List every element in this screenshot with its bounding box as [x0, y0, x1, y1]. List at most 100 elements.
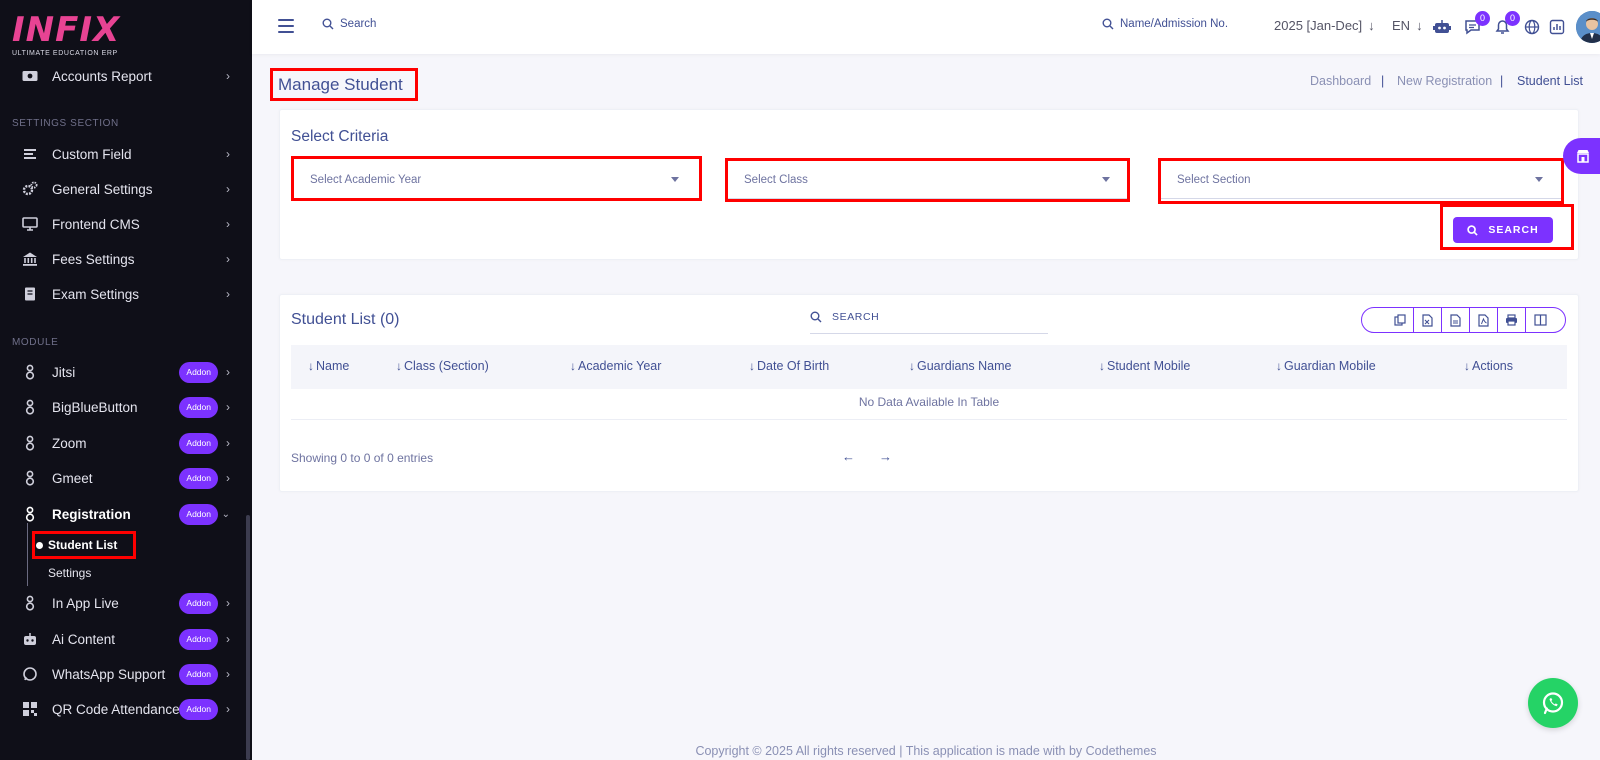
sort-arrow-icon: ↓: [570, 359, 576, 373]
breadcrumb-new-registration[interactable]: New Registration: [1397, 74, 1492, 88]
column-label: Guardians Name: [917, 359, 1012, 373]
sort-arrow-icon: ↓: [749, 359, 755, 373]
chevron-right-icon: ›: [226, 471, 230, 485]
chevron-right-icon: ›: [226, 702, 230, 716]
breadcrumb-student-list: Student List: [1517, 74, 1584, 88]
search-icon: [322, 18, 334, 30]
breadcrumb-separator: |: [1500, 74, 1504, 88]
language-selector[interactable]: EN ↓: [1392, 18, 1423, 33]
table-info: Showing 0 to 0 of 0 entries: [291, 451, 434, 465]
next-page-button[interactable]: →: [879, 449, 892, 464]
sidebar-item-bigbluebutton[interactable]: BigBlueButton Addon ›: [0, 390, 252, 424]
sidebar-scrollbar[interactable]: [246, 515, 250, 760]
sidebar-item-label: Gmeet: [52, 470, 93, 486]
sidebar-item-frontend-cms[interactable]: Frontend CMS ›: [0, 207, 252, 241]
sidebar-subitem-settings[interactable]: Settings: [48, 566, 91, 580]
sidebar-item-label: In App Live: [52, 595, 119, 611]
sidebar-item-whatsapp-support[interactable]: WhatsApp Support Addon ›: [0, 657, 252, 691]
menu-toggle-icon[interactable]: [278, 19, 294, 33]
whatsapp-chat-button[interactable]: [1528, 678, 1578, 728]
column-label: Academic Year: [578, 359, 662, 373]
sidebar-item-label: Custom Field: [52, 146, 132, 162]
logo-subtitle: ULTIMATE EDUCATION ERP: [12, 50, 118, 57]
arrow-down-icon: ↓: [1368, 18, 1375, 33]
sidebar-item-label: BigBlueButton: [52, 399, 138, 415]
bell-icon[interactable]: 0: [1492, 11, 1520, 37]
addon-badge: Addon: [179, 628, 218, 650]
sidebar-item-gmeet[interactable]: Gmeet Addon ›: [0, 461, 252, 495]
robot-icon: [22, 631, 38, 647]
chat-icon[interactable]: 0: [1462, 11, 1490, 37]
column-label: Student Mobile: [1107, 359, 1191, 373]
column-header-class-section[interactable]: ↓ Class (Section): [396, 359, 489, 373]
search-button-label: SEARCH: [1488, 224, 1539, 236]
previous-page-button[interactable]: ←: [842, 449, 855, 464]
sidebar-item-exam-settings[interactable]: Exam Settings ›: [0, 277, 252, 311]
sidebar-item-in-app-live[interactable]: In App Live Addon ›: [0, 586, 252, 620]
global-search[interactable]: Search: [322, 18, 376, 30]
caret-down-icon: [1535, 177, 1543, 182]
chevron-right-icon: ›: [226, 252, 230, 266]
sidebar-item-custom-field[interactable]: Custom Field ›: [0, 137, 252, 171]
sidebar-item-ai-content[interactable]: Ai Content Addon ›: [0, 622, 252, 656]
chevron-right-icon: ›: [226, 217, 230, 231]
column-header-guardian-mobile[interactable]: ↓ Guardian Mobile: [1276, 359, 1376, 373]
sidebar-item-qr-code-attendance[interactable]: QR Code Attendance Addon ›: [0, 692, 252, 726]
sidebar-item-label: Jitsi: [52, 364, 76, 380]
empty-table-message: No Data Available In Table: [291, 389, 1567, 420]
column-label: Guardian Mobile: [1284, 359, 1376, 373]
search-button[interactable]: SEARCH: [1453, 217, 1553, 243]
whatsapp-icon: [22, 666, 38, 682]
globe-icon[interactable]: [1522, 17, 1542, 37]
user-avatar[interactable]: [1576, 11, 1600, 43]
addon-badge: Addon: [179, 361, 218, 383]
store-icon[interactable]: [1563, 138, 1600, 174]
column-header-name[interactable]: ↓ Name: [308, 359, 349, 373]
csv-icon[interactable]: [1442, 308, 1470, 332]
student-list-title: Student List (0): [291, 311, 400, 328]
search-icon: [1102, 18, 1114, 30]
brand-logo[interactable]: INFIX ULTIMATE EDUCATION ERP: [12, 12, 120, 57]
academic-year-selector[interactable]: 2025 [Jan-Dec] ↓: [1274, 18, 1375, 33]
report-chart-icon[interactable]: [1547, 17, 1567, 37]
column-label: Date Of Birth: [757, 359, 830, 373]
sidebar-item-zoom[interactable]: Zoom Addon ›: [0, 426, 252, 460]
sidebar-item-fees-settings[interactable]: Fees Settings ›: [0, 242, 252, 276]
export-button-group: [1361, 307, 1566, 333]
academic-year-select[interactable]: Select Academic Year: [294, 161, 699, 199]
sidebar-item-registration[interactable]: Registration Addon ⌄: [0, 497, 252, 531]
chevron-right-icon: ›: [226, 436, 230, 450]
column-header-academic-year[interactable]: ↓ Academic Year: [570, 359, 661, 373]
sidebar-item-label: Zoom: [52, 435, 87, 451]
copy-icon[interactable]: [1386, 308, 1414, 332]
column-header-actions[interactable]: ↓ Actions: [1464, 359, 1513, 373]
qr-code-icon: [22, 701, 38, 717]
print-icon[interactable]: [1498, 308, 1526, 332]
admission-search[interactable]: Name/Admission No.: [1102, 18, 1228, 30]
class-select[interactable]: Select Class: [728, 161, 1130, 199]
chevron-right-icon: ›: [226, 69, 230, 83]
column-header-guardians-name[interactable]: ↓ Guardians Name: [909, 359, 1012, 373]
sort-arrow-icon: ↓: [1276, 359, 1282, 373]
column-label: Actions: [1472, 359, 1513, 373]
gears-icon: [22, 181, 38, 197]
caret-down-icon: [1102, 177, 1110, 182]
global-search-label: Search: [340, 18, 377, 30]
pdf-icon[interactable]: [1470, 308, 1498, 332]
settings-section-heading: SETTINGS SECTION: [12, 118, 119, 129]
excel-icon[interactable]: [1414, 308, 1442, 332]
table-search-input[interactable]: SEARCH: [810, 301, 1048, 334]
sidebar-item-label: QR Code Attendance: [52, 701, 180, 717]
sidebar-item-jitsi[interactable]: Jitsi Addon ›: [0, 355, 252, 389]
robot-icon[interactable]: [1432, 17, 1452, 37]
sidebar: INFIX ULTIMATE EDUCATION ERP Accounts Re…: [0, 0, 252, 760]
columns-icon[interactable]: [1526, 308, 1554, 332]
active-dot: [36, 542, 43, 549]
section-select[interactable]: Select Section: [1161, 161, 1563, 199]
sidebar-item-general-settings[interactable]: General Settings ›: [0, 172, 252, 206]
column-header-date-of-birth[interactable]: ↓ Date Of Birth: [749, 359, 829, 373]
sidebar-item-accounts-report[interactable]: Accounts Report ›: [0, 59, 252, 93]
column-header-student-mobile[interactable]: ↓ Student Mobile: [1099, 359, 1190, 373]
sidebar-subitem-student-list[interactable]: Student List: [48, 538, 117, 552]
breadcrumb-dashboard[interactable]: Dashboard: [1310, 74, 1371, 88]
